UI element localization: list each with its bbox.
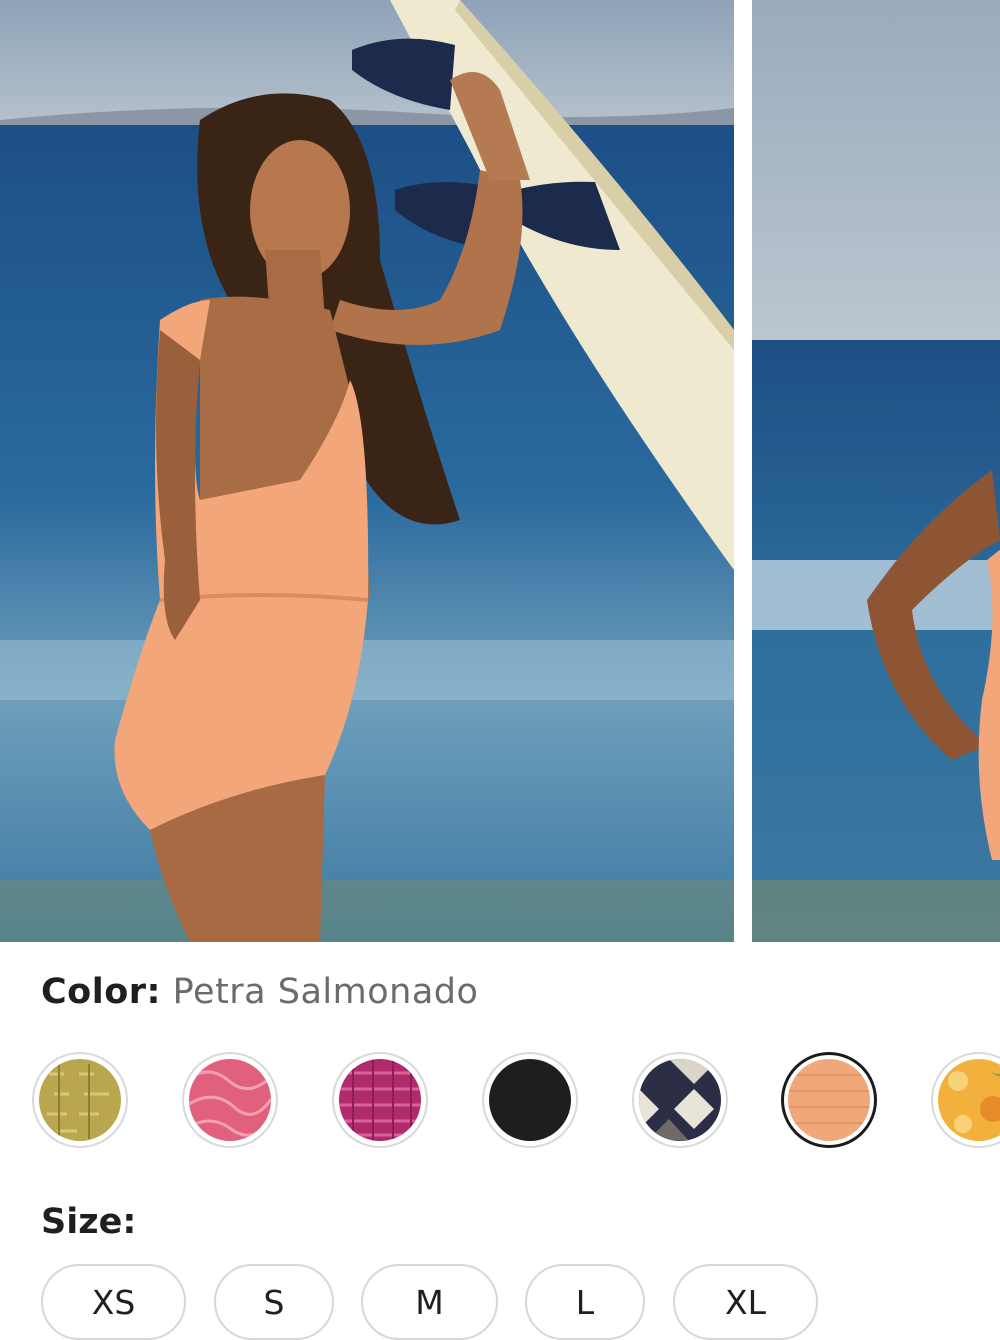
color-swatch-floral[interactable]	[931, 1052, 1000, 1148]
color-selected-value: Petra Salmonado	[172, 972, 479, 1012]
color-swatch-list	[0, 1050, 1000, 1154]
model-surfboard-photo	[0, 0, 734, 942]
size-option-l[interactable]: L	[525, 1264, 645, 1340]
color-label-key: Color:	[41, 972, 162, 1012]
color-swatch-black[interactable]	[482, 1052, 578, 1148]
model-beach-photo	[752, 0, 1000, 942]
product-image-gallery[interactable]	[0, 0, 1000, 942]
size-label: Size:	[41, 1202, 137, 1242]
product-photo-secondary[interactable]	[752, 0, 1000, 942]
size-option-xl[interactable]: XL	[673, 1264, 818, 1340]
gold-textured-swatch-icon	[39, 1059, 121, 1141]
salmon-swatch-icon	[788, 1059, 870, 1141]
pink-marble-swatch-icon	[189, 1059, 271, 1141]
color-swatch-pink[interactable]	[182, 1052, 278, 1148]
color-swatch-gold[interactable]	[32, 1052, 128, 1148]
black-swatch-icon	[489, 1059, 571, 1141]
floral-swatch-icon	[938, 1059, 1000, 1141]
color-label: Color: Petra Salmonado	[41, 968, 478, 1016]
color-swatch-navy-pattern[interactable]	[632, 1052, 728, 1148]
navy-pattern-swatch-icon	[639, 1059, 721, 1141]
magenta-textured-swatch-icon	[339, 1059, 421, 1141]
size-option-s[interactable]: S	[214, 1264, 334, 1340]
color-swatch-salmon[interactable]	[781, 1052, 877, 1148]
size-option-xs[interactable]: XS	[41, 1264, 186, 1340]
product-photo-main[interactable]	[0, 0, 734, 942]
size-option-m[interactable]: M	[361, 1264, 498, 1340]
color-swatch-magenta[interactable]	[332, 1052, 428, 1148]
